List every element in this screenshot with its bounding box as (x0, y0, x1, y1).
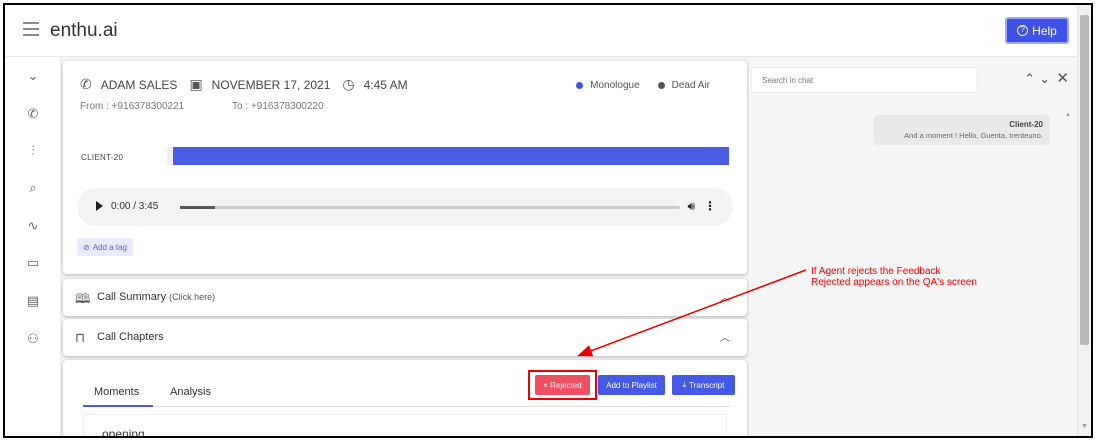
chevron-up-icon[interactable]: ︿ (720, 329, 730, 344)
book-icon[interactable]: ▭ (24, 254, 42, 272)
legend-label: Dead Air (671, 80, 710, 91)
audio-time: 0:00 / 3:45 (111, 201, 159, 212)
chat-search-input[interactable] (752, 68, 976, 92)
scrollbar-thumb[interactable] (1080, 15, 1089, 345)
volume-icon[interactable]: 🔊︎ (687, 199, 695, 214)
legend: Monologue Dead Air (558, 80, 710, 91)
chat-search-box[interactable] (751, 67, 977, 93)
add-tag-button[interactable]: ⊘ Add a tag (77, 238, 133, 256)
legend-monologue: Monologue (576, 80, 640, 91)
scroll-up-icon[interactable]: ▲ (1065, 112, 1071, 118)
transcript-label: Transcript (689, 380, 725, 390)
more-options-icon[interactable]: ⋮ (704, 199, 716, 213)
tag-icon: ⊘ (83, 242, 90, 252)
call-meta: ✆ ADAM SALES ▣ NOVEMBER 17, 2021 ◷ 4:45 … (80, 76, 420, 93)
call-summary-accordion[interactable]: 🕮︎ Call Summary (Click here) ︿ (63, 279, 747, 316)
call-summary-hint: (Click here) (169, 292, 216, 302)
rejected-button[interactable]: × Rejected (535, 375, 590, 395)
tab-moments[interactable]: Moments (94, 386, 139, 398)
call-summary-title: Call Summary (Click here) (97, 291, 215, 303)
agent-name: ADAM SALES (100, 77, 178, 92)
chat-message: Client-20 And a moment ! Hello, Guenta, … (874, 115, 1050, 145)
to-number: To : +916378300220 (232, 101, 324, 112)
from-number: From : +916378300221 (80, 101, 185, 112)
legend-dead-air: Dead Air (657, 80, 710, 91)
annotation-text: If Agent rejects the Feedback Rejected a… (811, 266, 977, 288)
add-user-icon[interactable]: ⚇ (24, 330, 42, 348)
call-summary-label: Call Summary (97, 291, 167, 303)
moment-title: opening (102, 427, 145, 438)
activity-icon[interactable]: ∿ (24, 217, 42, 235)
chevron-down-icon[interactable]: ⌄ (1039, 71, 1050, 87)
call-numbers: From : +916378300221 To : +916378300220 (80, 101, 324, 112)
play-icon[interactable] (96, 201, 103, 211)
speaker-label: CLIENT-20 (81, 153, 124, 162)
moments-card: Moments Analysis × Rejected Add to Playl… (63, 360, 747, 438)
call-time: 4:45 AM (363, 77, 408, 92)
app-frame: enthu.ai ? Help ⌄ ✆ ⫶ ⌕ ∿ ▭ ▤ ⚇ ✆ ADAM S… (3, 3, 1093, 438)
top-bar: enthu.ai ? Help (5, 5, 1077, 57)
chevron-up-icon[interactable]: ⌃ (1024, 71, 1035, 87)
speaker-timeline[interactable] (167, 147, 729, 165)
chat-text: And a moment ! Hello, Guenta, trenteuno. (904, 131, 1043, 140)
legend-dot (657, 82, 665, 89)
outgoing-call-icon: ✆ (80, 76, 92, 92)
bar-chart-icon[interactable]: ⫶ (24, 142, 42, 160)
clock-icon: ◷ (342, 76, 355, 92)
call-chapters-accordion[interactable]: ⊓ Call Chapters ︿ (63, 319, 747, 356)
add-tag-label: Add a tag (92, 242, 127, 252)
chat-panel: ⌃ ⌄ ✕ ▲ Client-20 And a moment ! Hello, … (749, 57, 1077, 436)
calendar-icon: ▣ (189, 76, 203, 92)
transcript-button[interactable]: ⤓ Transcript (672, 375, 735, 395)
question-icon: ? (1017, 25, 1029, 36)
add-to-playlist-button[interactable]: Add to Playlist (598, 375, 665, 395)
phone-icon[interactable]: ✆ (24, 105, 42, 123)
active-tab-indicator (83, 405, 153, 407)
menu-icon[interactable] (23, 22, 39, 36)
call-date: NOVEMBER 17, 2021 (211, 77, 331, 92)
audio-player: 0:00 / 3:45 🔊︎ ⋮ (77, 188, 733, 226)
help-label: Help (1032, 23, 1057, 38)
search-icon[interactable]: ⌕ (24, 179, 42, 197)
bookmark-icon: ⊓ (75, 330, 86, 345)
document-icon[interactable]: ▤ (24, 292, 42, 310)
speaker-segment[interactable] (173, 147, 729, 165)
call-details-card: ✆ ADAM SALES ▣ NOVEMBER 17, 2021 ◷ 4:45 … (63, 61, 747, 274)
moment-item[interactable]: opening (83, 414, 727, 438)
download-icon: ⤓ (682, 380, 687, 389)
call-chapters-title: Call Chapters (97, 331, 164, 343)
legend-label: Monologue (590, 80, 640, 91)
sidebar: ⌄ ✆ ⫶ ⌕ ∿ ▭ ▤ ⚇ (5, 57, 61, 436)
scroll-down-icon[interactable]: ▼ (1081, 423, 1088, 430)
legend-dot (576, 82, 584, 89)
chevron-down-icon[interactable]: ⌄ (24, 67, 42, 85)
page-scrollbar[interactable]: ▼ (1077, 5, 1091, 436)
brand-logo: enthu.ai (50, 20, 118, 41)
chevron-up-icon[interactable]: ︿ (720, 289, 730, 304)
book-open-icon: 🕮︎ (75, 291, 91, 306)
tab-analysis[interactable]: Analysis (170, 386, 211, 398)
audio-seek-bar[interactable] (180, 206, 680, 209)
audio-progress (180, 206, 215, 209)
help-button[interactable]: ? Help (1005, 17, 1069, 44)
chat-speaker: Client-20 (1009, 120, 1043, 129)
tab-divider (83, 406, 731, 407)
close-icon[interactable]: ✕ (1056, 69, 1069, 87)
